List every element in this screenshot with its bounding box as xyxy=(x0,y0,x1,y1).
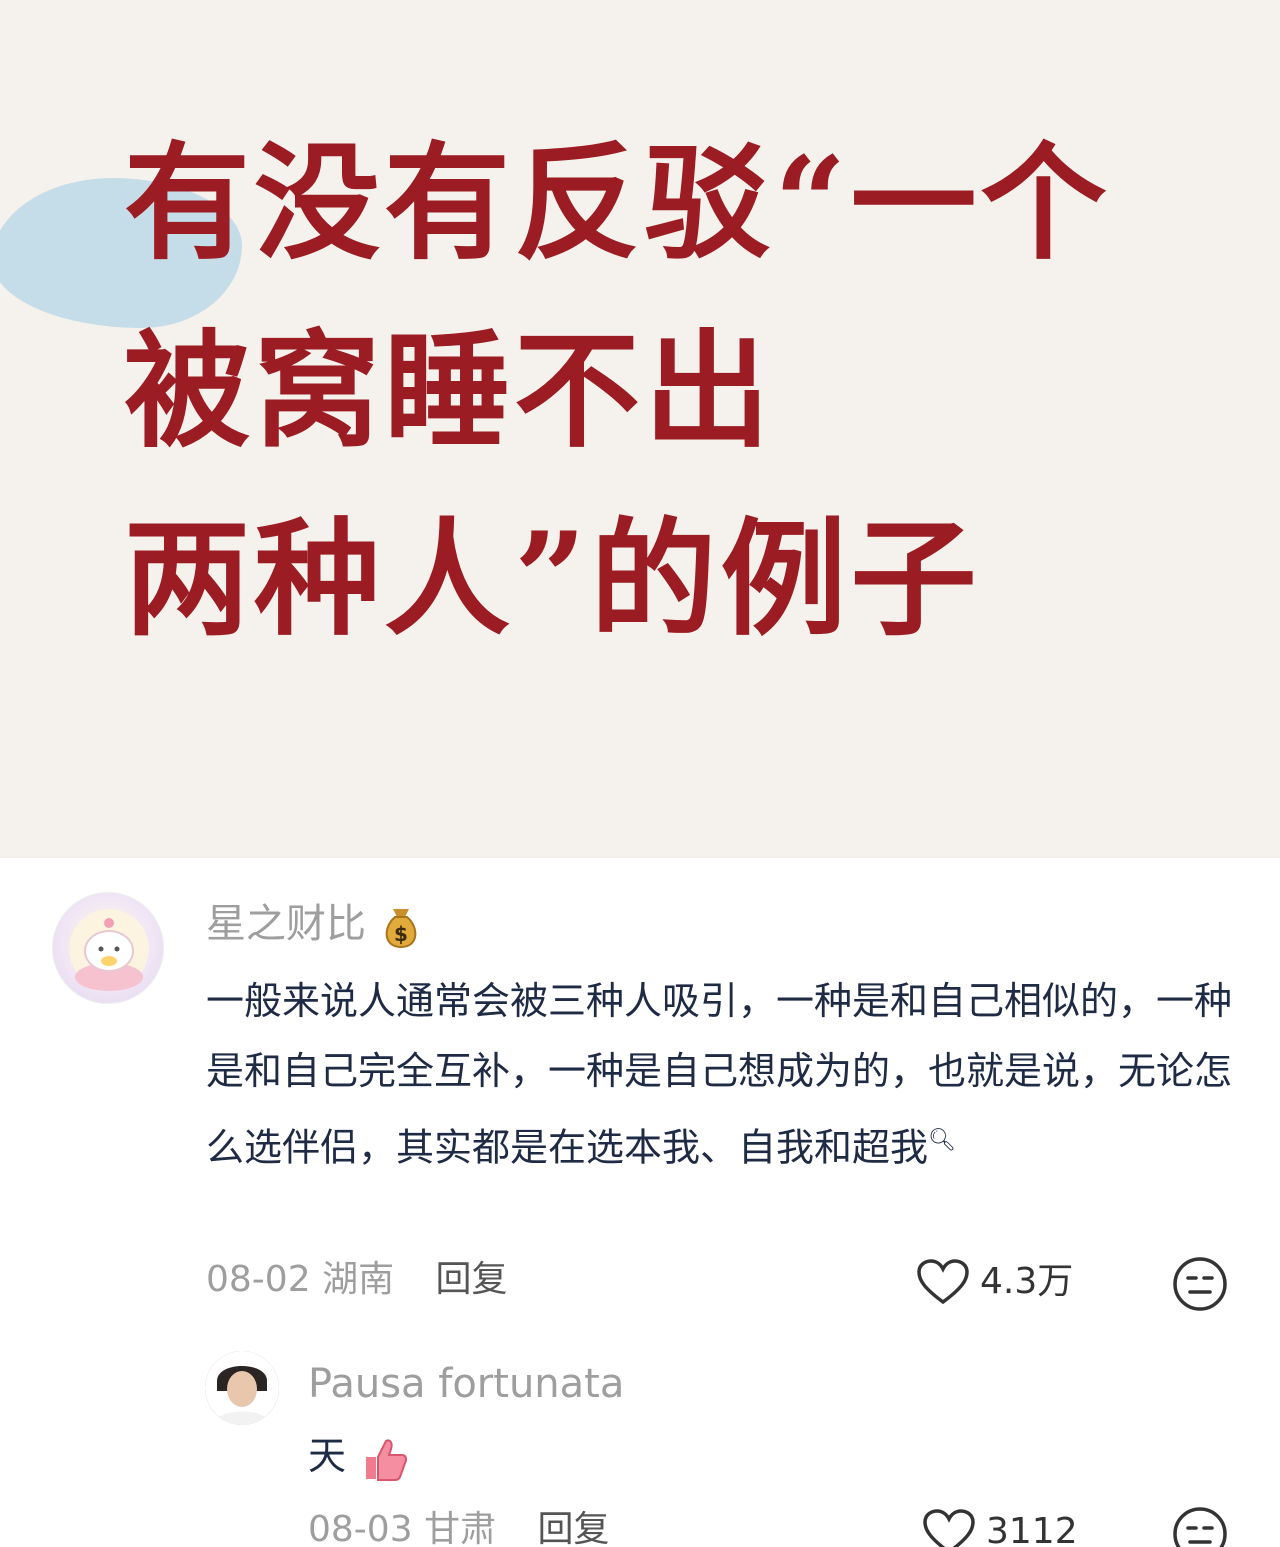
avatar[interactable] xyxy=(205,1351,279,1425)
username-text: 星之财比 xyxy=(206,901,366,947)
meh-face-icon[interactable] xyxy=(1172,1256,1228,1312)
reply-location: 甘肃 xyxy=(424,1509,497,1547)
comment-username[interactable]: 星之财比 $ xyxy=(206,900,423,951)
search-icon[interactable]: 🔍︎ xyxy=(928,1128,956,1153)
reply-text-content: 天 xyxy=(308,1434,347,1478)
avatar[interactable] xyxy=(52,892,164,1004)
heart-icon xyxy=(923,1509,975,1547)
comment-text: 一般来说人通常会被三种人吸引，一种是和自己相似的，一种是和自己完全互补，一种是自… xyxy=(206,966,1236,1183)
like-count: 3112 xyxy=(986,1511,1078,1547)
thumbs-up-icon xyxy=(366,1439,408,1481)
heart-icon xyxy=(917,1259,969,1305)
reply-text: 天 xyxy=(308,1421,908,1491)
comment-location: 湖南 xyxy=(322,1259,395,1300)
reply-button[interactable]: 回复 xyxy=(538,1509,610,1547)
cover-title: 有没有反驳“一个 被窝睡不出 两种人”的例子 xyxy=(124,140,1224,642)
reply-username[interactable]: Pausa fortunata xyxy=(308,1360,624,1408)
post-cover-image[interactable]: 有没有反驳“一个 被窝睡不出 两种人”的例子 xyxy=(0,0,1280,858)
money-bag-icon: $ xyxy=(385,909,416,949)
reply-meta: 08-03 甘肃 回复 xyxy=(308,1508,610,1547)
cover-title-line-3: 两种人”的例子 xyxy=(124,505,981,653)
reply-date: 08-03 xyxy=(308,1509,413,1547)
cover-title-line-1: 有没有反驳“一个 xyxy=(124,129,1111,277)
svg-text:$: $ xyxy=(394,922,408,946)
like-button[interactable]: 3112 xyxy=(922,1508,1078,1547)
like-count: 4.3万 xyxy=(980,1261,1074,1302)
cover-title-line-2: 被窝睡不出 xyxy=(124,317,774,465)
meh-face-icon[interactable] xyxy=(1172,1506,1228,1547)
comment-date: 08-02 xyxy=(206,1259,311,1300)
person-avatar-icon xyxy=(205,1351,279,1425)
like-button[interactable]: 4.3万 xyxy=(916,1258,1073,1306)
comment-meta: 08-02 湖南 回复 xyxy=(206,1258,508,1302)
comment-text-content: 一般来说人通常会被三种人吸引，一种是和自己相似的，一种是和自己完全互补，一种是自… xyxy=(206,979,1233,1170)
reply-button[interactable]: 回复 xyxy=(436,1259,508,1300)
cat-avatar-icon xyxy=(69,909,149,991)
